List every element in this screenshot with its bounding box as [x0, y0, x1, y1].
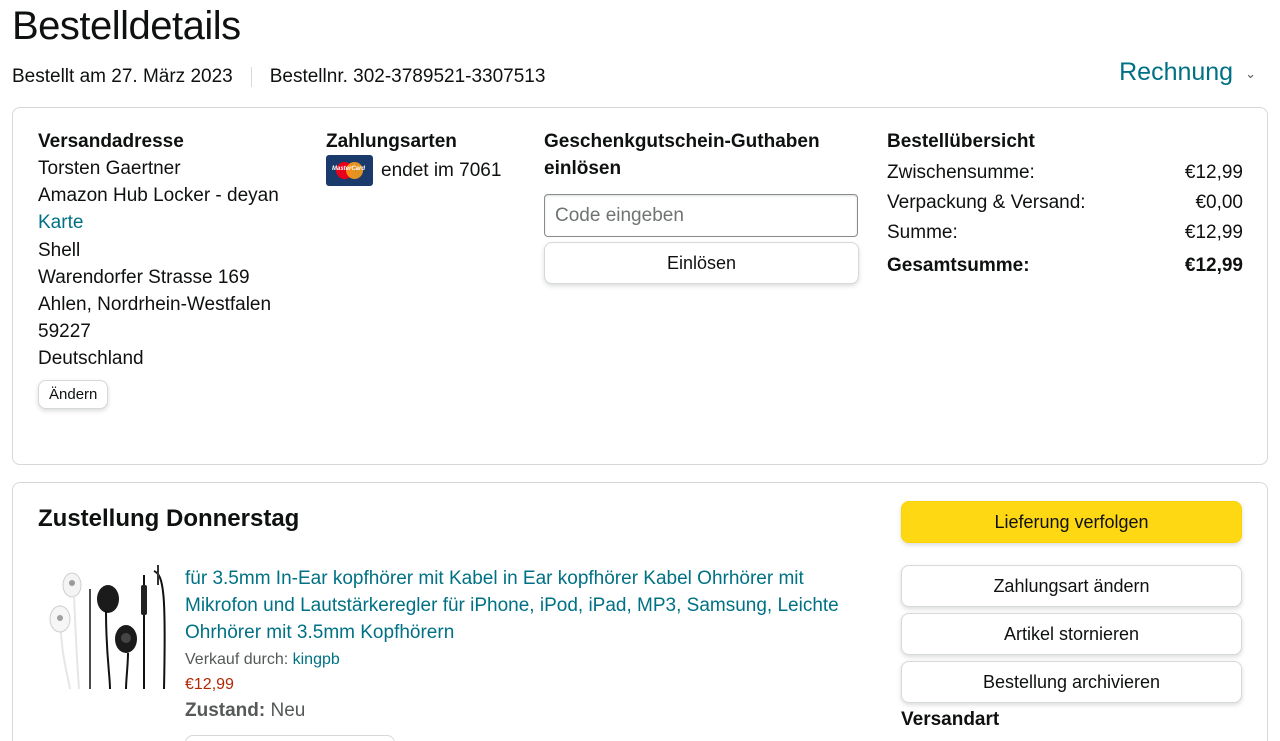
order-summary-card: Versandadresse Torsten Gaertner Amazon H… [12, 107, 1268, 465]
subtotal-label: Zwischensumme: [887, 162, 1035, 183]
sum-label: Summe: [887, 222, 958, 243]
seller-line: Verkauf durch: kingpb [185, 651, 865, 669]
subtotal-value: €12,99 [1184, 162, 1243, 183]
condition-value: Neu [270, 699, 306, 721]
track-delivery-button[interactable]: Lieferung verfolgen [901, 501, 1242, 543]
grand-total-row: Gesamtsumme: €12,99 [887, 251, 1243, 281]
shipping-address: Versandadresse Torsten Gaertner Amazon H… [38, 128, 308, 409]
shipping-address-title: Versandadresse [38, 131, 184, 152]
redeem-button[interactable]: Einlösen [544, 242, 859, 284]
product-image[interactable] [46, 565, 170, 691]
subtotal-row: Zwischensumme: €12,99 [887, 158, 1243, 188]
address-zip: 59227 [38, 321, 91, 343]
map-link[interactable]: Karte [38, 209, 308, 236]
sum-value: €12,99 [1184, 222, 1243, 243]
product-condition: Zustand: Neu [185, 700, 865, 722]
order-totals: Bestellübersicht Zwischensumme: €12,99 V… [887, 128, 1243, 281]
archive-order-button[interactable]: Bestellung archivieren [901, 661, 1242, 703]
order-meta: Bestellt am 27. März 2023 Bestellnr. 302… [12, 66, 545, 88]
delivery-card: Zustellung Donnerstag für 3.5mm In-Ear k… [12, 482, 1268, 741]
delivery-title: Zustellung Donnerstag [38, 505, 300, 532]
chevron-down-icon: ⌄ [1245, 66, 1256, 81]
gift-card-title: Geschenkgutschein-Guthaben einlösen [544, 131, 820, 179]
product-title-link[interactable]: für 3.5mm In-Ear kopfhörer mit Kabel in … [185, 565, 865, 647]
shipping-row: Verpackung & Versand: €0,00 [887, 188, 1243, 218]
address-city: Ahlen, Nordrhein-Westfalen [38, 294, 272, 316]
meta-divider [250, 67, 252, 87]
gift-card-redeem: Geschenkgutschein-Guthaben einlösen Einl… [544, 128, 860, 284]
order-number: Bestellnr. 302-3789521-3307513 [269, 66, 546, 87]
payment-methods: Zahlungsarten MasterCard endet im 7061 [326, 128, 536, 186]
sum-row: Summe: €12,99 [887, 218, 1243, 248]
gift-code-input[interactable] [544, 194, 858, 237]
invoice-label: Rechnung [1119, 58, 1234, 86]
shipping-value: €0,00 [1195, 192, 1243, 213]
address-line1: Amazon Hub Locker - deyan [38, 185, 279, 207]
change-payment-button[interactable]: Zahlungsart ändern [901, 565, 1242, 607]
shipping-method-label: Versandart [901, 709, 1000, 730]
seller-link[interactable]: kingpb [293, 651, 340, 668]
payment-title: Zahlungsarten [326, 131, 457, 152]
address-country: Deutschland [38, 348, 144, 370]
payment-method-row: MasterCard endet im 7061 [326, 155, 536, 186]
condition-label: Zustand: [185, 699, 266, 721]
grand-total-label: Gesamtsumme: [887, 255, 1030, 276]
card-ending: endet im 7061 [381, 159, 502, 181]
mastercard-icon: MasterCard [326, 155, 373, 186]
mastercard-logo-text: MasterCard [332, 166, 366, 172]
product-info: für 3.5mm In-Ear kopfhörer mit Kabel in … [185, 565, 865, 741]
order-totals-title: Bestellübersicht [887, 131, 1035, 152]
partially-hidden-button[interactable] [185, 735, 395, 741]
grand-total-value: €12,99 [1184, 255, 1243, 276]
address-street: Warendorfer Strasse 169 [38, 266, 250, 288]
cancel-item-button[interactable]: Artikel stornieren [901, 613, 1242, 655]
address-line2: Shell [38, 239, 81, 261]
invoice-dropdown[interactable]: Rechnung ⌄ [1119, 58, 1256, 87]
order-date: Bestellt am 27. März 2023 [12, 66, 233, 87]
page-title: Bestelldetails [12, 4, 241, 48]
sold-by-label: Verkauf durch: [185, 650, 289, 668]
change-address-button[interactable]: Ändern [38, 379, 109, 409]
product-price: €12,99 [185, 675, 234, 693]
address-name: Torsten Gaertner [38, 158, 181, 179]
delivery-actions: Lieferung verfolgen Zahlungsart ändern A… [901, 501, 1243, 731]
shipping-label: Verpackung & Versand: [887, 192, 1086, 213]
